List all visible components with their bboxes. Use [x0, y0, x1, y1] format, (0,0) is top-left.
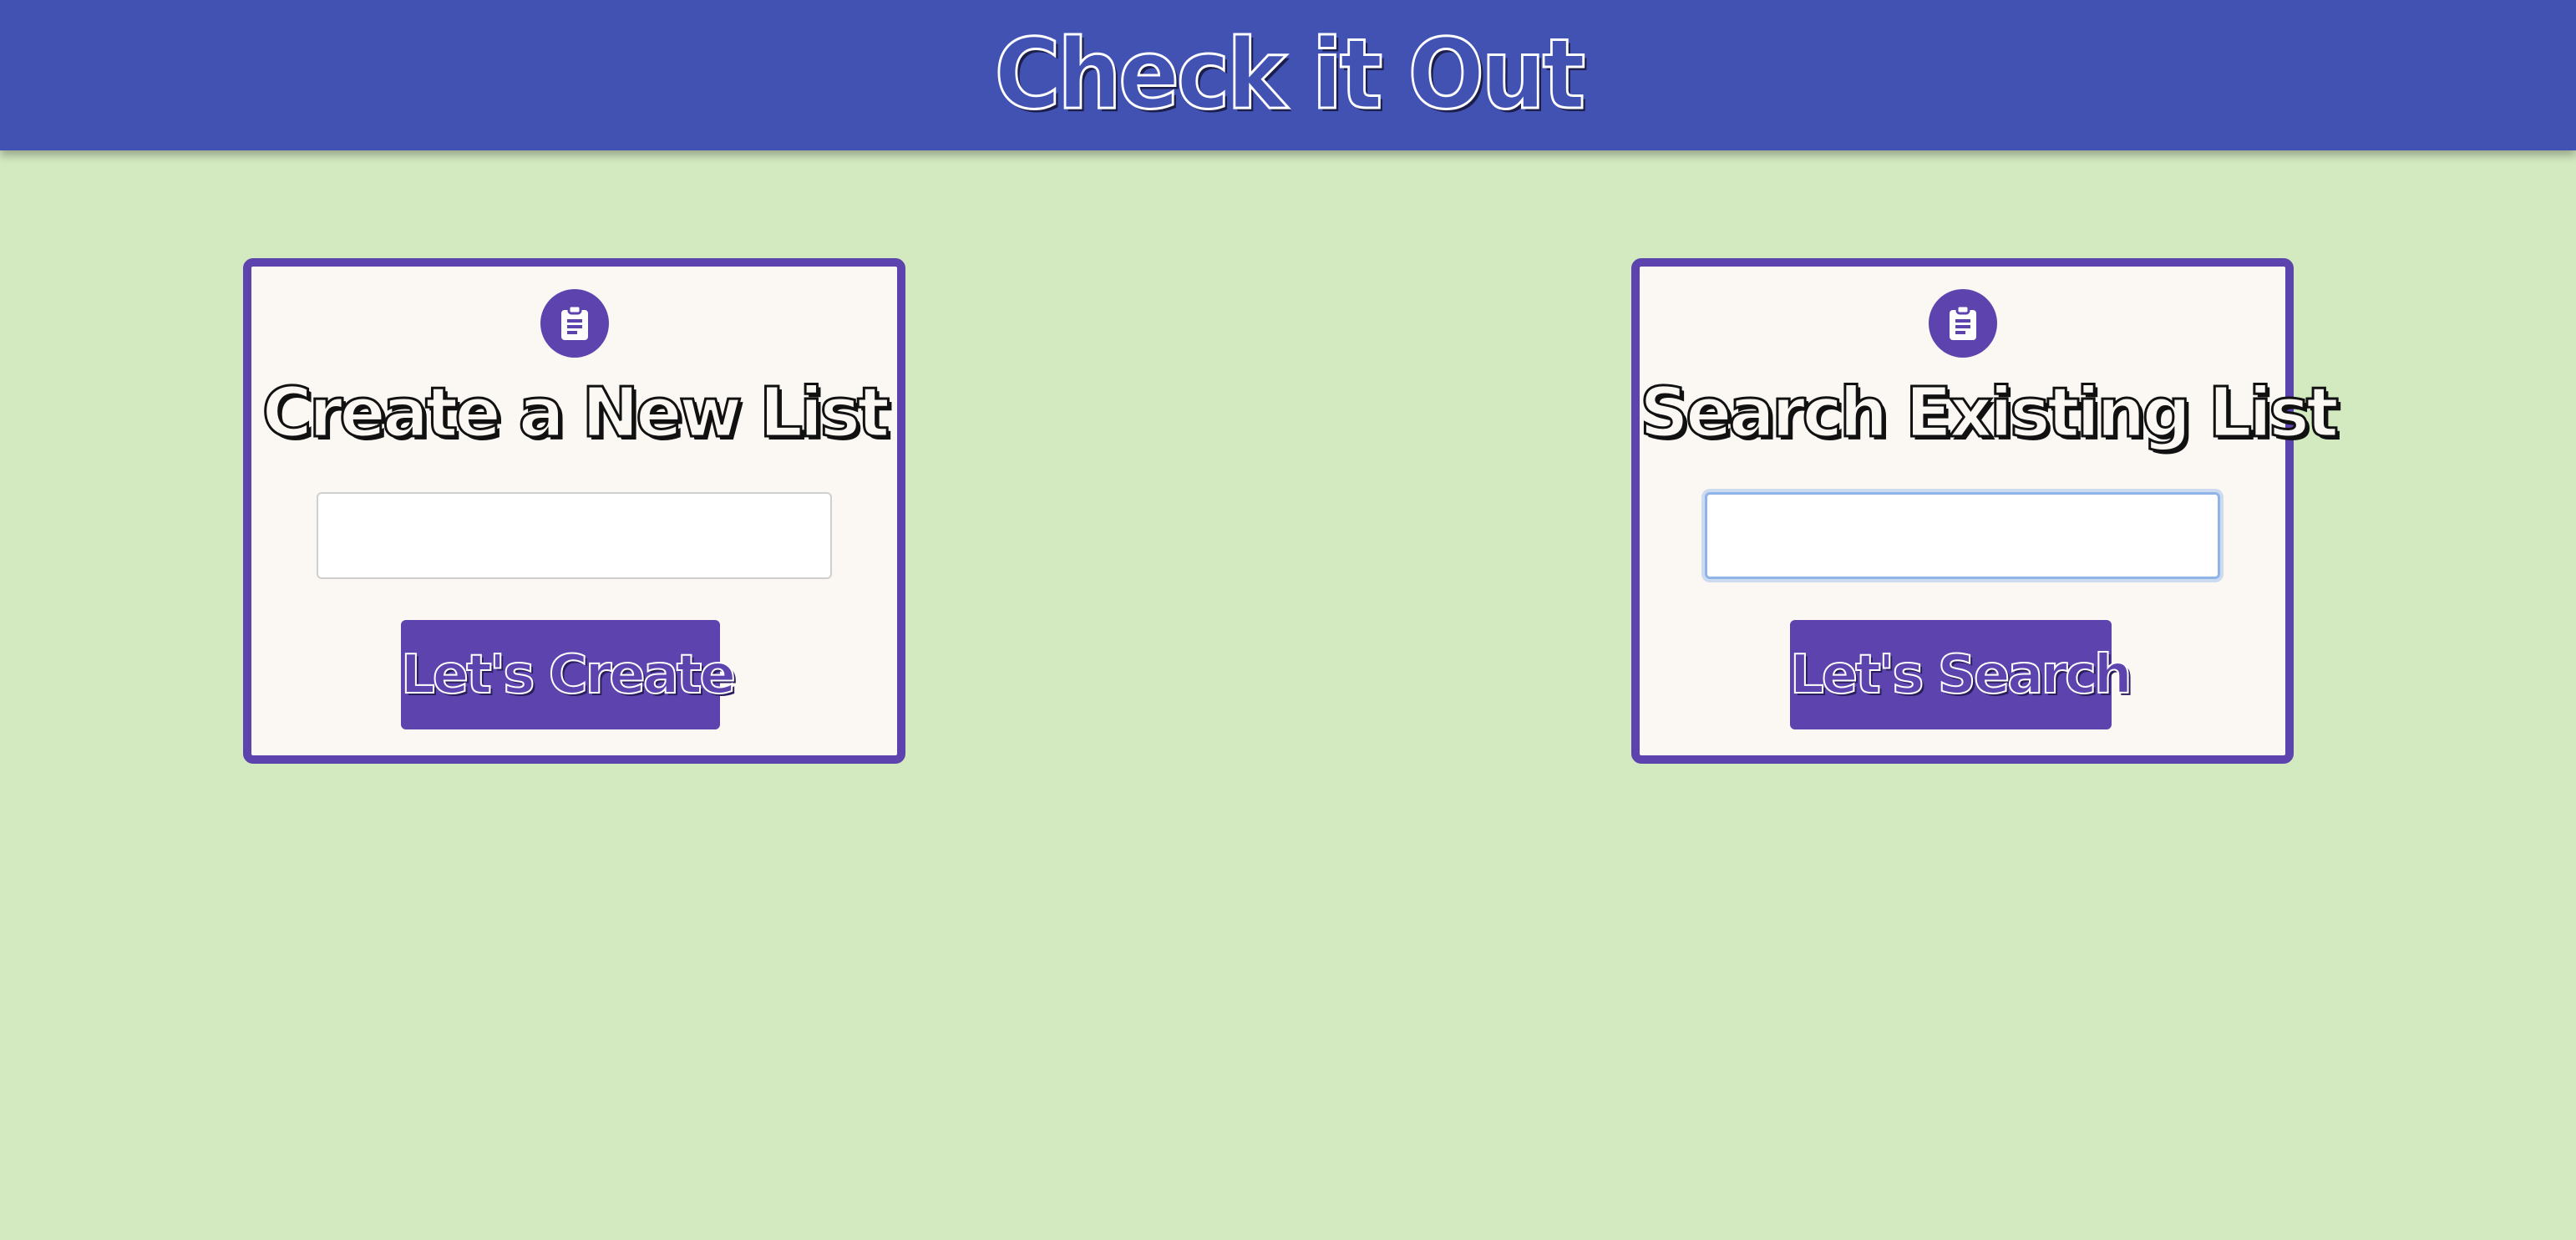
app-header: Check it Out	[0, 0, 2576, 150]
app-title: Check it Out	[993, 18, 1586, 131]
lets-search-button[interactable]: Let's Search	[1789, 620, 2133, 729]
clipboard-icon-glyph	[1949, 305, 1976, 340]
search-list-title: Search Existing List	[1639, 372, 2340, 454]
lets-create-button[interactable]: Let's Create	[400, 620, 737, 729]
create-list-title: Create a New List	[261, 372, 891, 454]
create-list-input[interactable]	[317, 492, 832, 579]
search-list-input[interactable]	[1705, 492, 2220, 579]
clipboard-icon	[540, 289, 609, 358]
clipboard-icon-glyph	[560, 305, 588, 340]
search-list-card: Search Existing List Let's Search	[1631, 258, 2340, 764]
create-list-card: Create a New List Let's Create	[243, 258, 905, 764]
clipboard-icon	[1928, 289, 1997, 358]
